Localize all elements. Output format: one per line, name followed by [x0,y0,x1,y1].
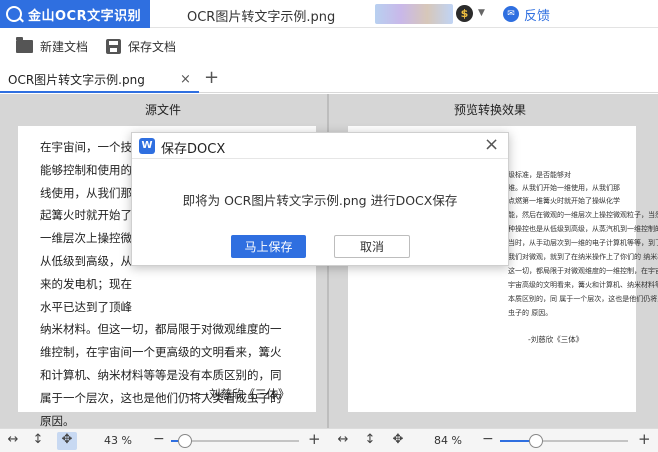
save-document-label: 保存文档 [128,39,177,54]
preview-line: 这一切，都局限于对微观维度的一维控制，在宇宙间一个 [508,267,658,275]
right-zoom-in-icon[interactable]: + [638,430,651,448]
window-title: OCR图片转文字示例.png [187,10,336,25]
dialog-header: W 保存DOCX × [132,133,508,159]
floppy-disk-icon [106,38,122,54]
source-line: 维控制，在宇宙间一个更高级的文明看来，篝火 [40,345,282,360]
preview-pan-move-icon[interactable]: ✥ [388,432,408,447]
preview-line: 当时，从手动层次到一维的电子计算机等等，到了现在 [508,239,658,247]
source-line: 水平已达到了顶峰 [40,299,132,314]
cancel-button[interactable]: 取消 [334,235,410,258]
left-zoom-out-icon[interactable]: − [153,431,165,447]
magnifier-logo-icon [6,6,22,22]
status-bar: ↔ ↕ ✥ 43 % − + ↔ ↕ ✥ 84 % − + [0,428,658,452]
preview-fit-width-icon[interactable]: ↔ [333,432,353,447]
fit-width-icon[interactable]: ↔ [3,432,23,447]
preview-fit-height-icon[interactable]: ↕ [360,432,380,447]
preview-line: 能，然后在微观的一维层次上操控微观粒子，当然，这 [508,211,658,219]
preview-line: 我们对微观，就到了在纳米操作上了你们的 纳米材料，但 [508,253,658,261]
source-line: 和计算机、纳米材料等等是没有本质区别的，同 [40,367,282,382]
dialog-message: 即将为 OCR图片转文字示例.png 进行DOCX保存 [182,193,458,208]
preview-signature: -刘慈欣《三体》 [528,335,584,344]
right-zoom-slider[interactable] [500,440,628,442]
dialog-title: 保存DOCX [161,142,226,157]
right-zoom-out-icon[interactable]: − [482,431,494,447]
preview-line: 种操控也是从低级到高级，从蒸汽机到一维控制的电 [508,225,658,233]
wps-writer-icon: W [139,138,155,154]
title-bar: 金山OCR文字识别 OCR图片转文字示例.png $ ▼ ✉ 反馈 [0,0,658,28]
preview-pane-header: 预览转换效果 [454,103,527,117]
left-zoom-level: 43 % [104,434,132,447]
add-tab-icon[interactable]: + [204,68,219,88]
preview-line: 点燃第一堆篝火时就开始了操纵化学 [508,197,620,205]
chevron-down-icon[interactable]: ▼ [478,8,485,18]
app-brand: 金山OCR文字识别 [0,0,150,28]
save-now-button[interactable]: 马上保存 [231,235,306,258]
source-line: 纳米材料。但这一切，都局限于对微观维度的一 [40,322,282,337]
app-brand-name: 金山OCR文字识别 [28,8,142,24]
source-signature: ——刘慈欣《三体》 [186,387,290,401]
left-zoom-in-icon[interactable]: + [308,430,321,448]
source-pane-header: 源文件 [145,103,182,117]
save-document-button[interactable]: 保存文档 [106,38,176,55]
feedback-button[interactable]: ✉ 反馈 [503,3,550,25]
source-line: 来的发电机；现在 [40,276,132,291]
right-zoom-level: 84 % [434,434,462,447]
tab-label: OCR图片转文字示例.png [8,73,145,87]
save-docx-dialog: W 保存DOCX × 即将为 OCR图片转文字示例.png 进行DOCX保存 马… [131,132,509,266]
right-zoom-slider-handle[interactable] [528,434,543,448]
blurred-user-info [375,4,453,24]
pan-move-icon[interactable]: ✥ [57,432,77,450]
toolbar: 新建文档 保存文档 [0,29,658,63]
tab-ocr-image[interactable]: OCR图片转文字示例.png × [0,66,199,93]
coin-icon[interactable]: $ [456,5,473,22]
preview-line: 级标准，是否能够对 [508,171,571,179]
chat-bubble-icon: ✉ [503,6,519,22]
fit-height-icon[interactable]: ↕ [28,432,48,447]
feedback-label: 反馈 [524,8,551,24]
left-zoom-slider-handle[interactable] [177,434,192,448]
new-document-button[interactable]: 新建文档 [16,36,89,55]
preview-line: 虫子的 原因。 [508,309,553,317]
tab-bar: OCR图片转文字示例.png × + [0,64,658,93]
dialog-close-icon[interactable]: × [484,134,499,155]
folder-open-icon [16,36,33,53]
preview-line: 宇宙高级的文明看来，篝火和计算机、纳米材料等等是没有 [508,281,658,289]
preview-line: 本质区别的，同 属于一个层次，这也是他们仍将人类看成 [508,295,658,303]
tab-close-icon[interactable]: × [180,72,191,87]
preview-line: 维。从我们开始一维使用，从我们那 [508,184,620,192]
new-document-label: 新建文档 [40,39,89,54]
